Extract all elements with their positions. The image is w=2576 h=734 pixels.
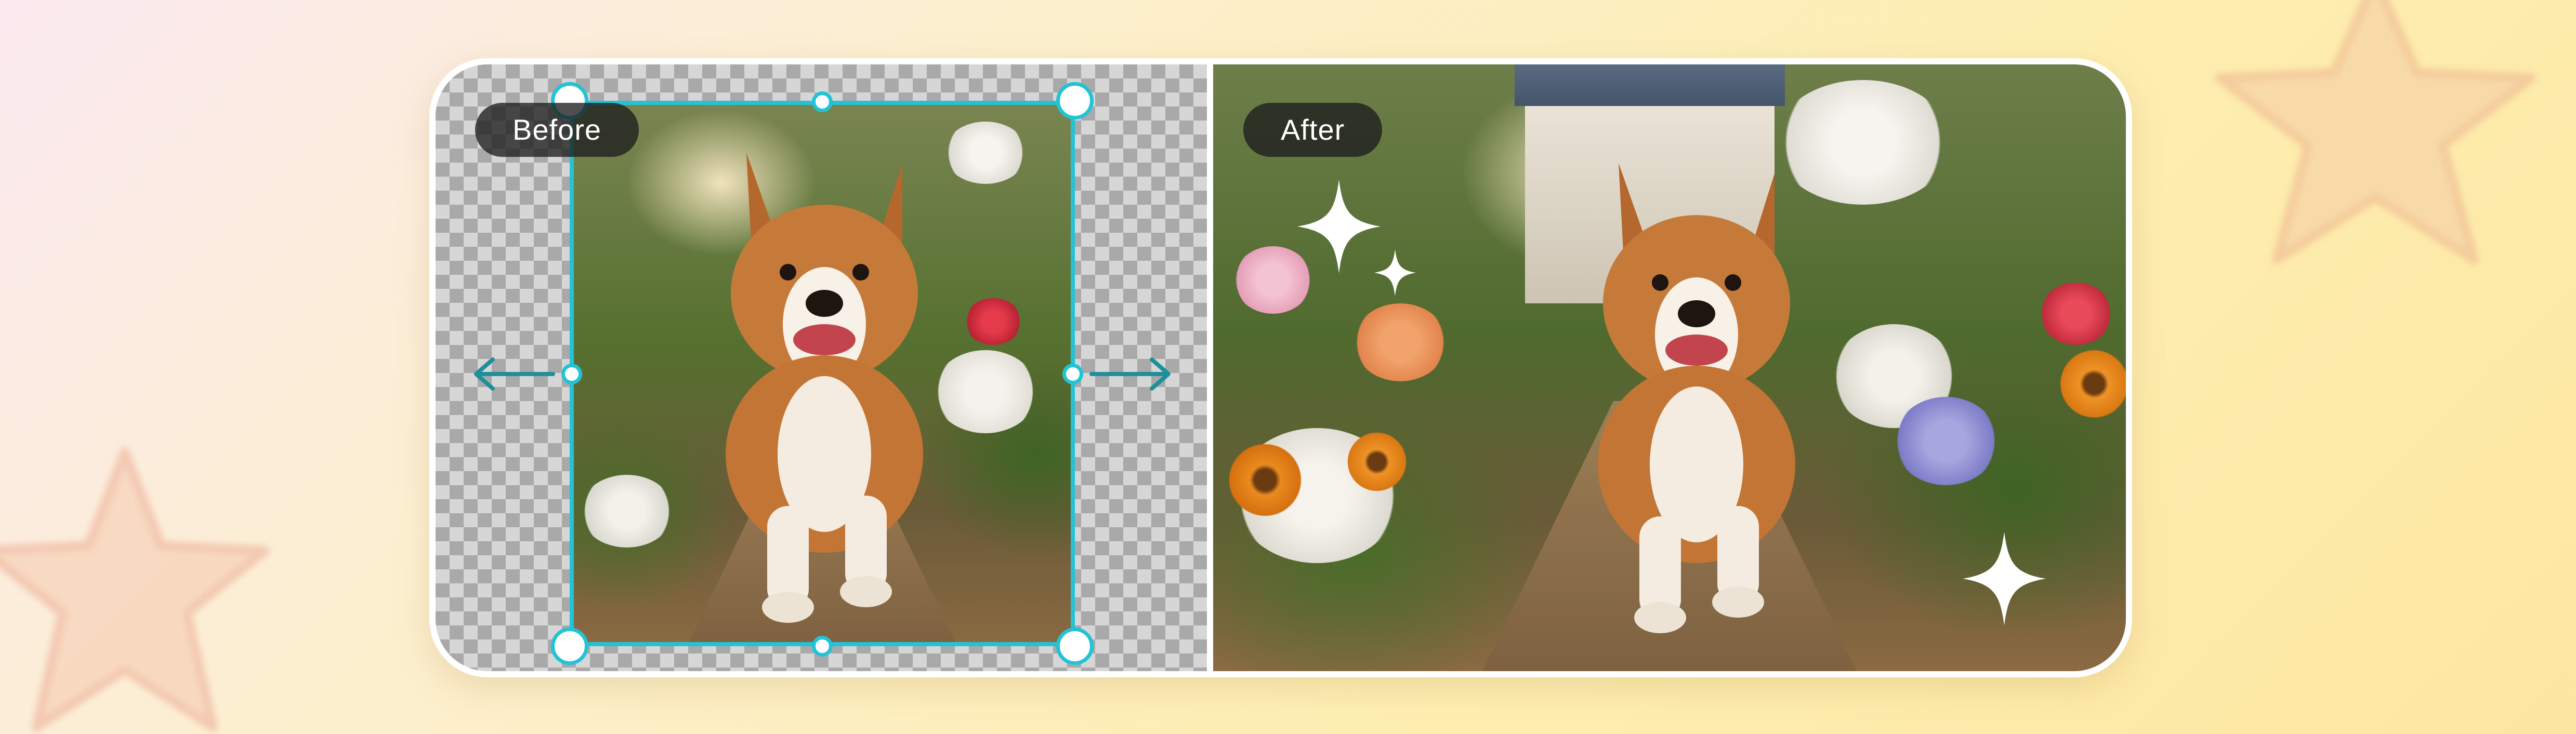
crop-handle-top[interactable] [812,91,833,112]
star-icon [0,447,270,732]
sparkle-icon [1963,532,2046,625]
crop-handle-bottom-right[interactable] [1056,628,1094,665]
flower-cluster [1353,303,1447,381]
crop-handle-left[interactable] [561,364,582,384]
star-icon [2215,0,2536,264]
before-label: Before [475,103,639,157]
crop-handle-right[interactable] [1062,364,1083,384]
crop-frame[interactable] [570,101,1075,646]
sparkle-icon [1374,249,1416,296]
flower-cluster [1894,397,1998,485]
after-label: After [1243,103,1383,157]
flower-cluster [1224,438,1307,522]
flower-cluster [1343,428,1411,496]
arrow-right-icon [1089,357,1171,391]
before-after-card: Before After [429,58,2132,677]
crop-handle-top-right[interactable] [1056,82,1094,119]
dog-illustration [1598,163,1795,633]
crop-handle-bottom-left[interactable] [551,628,588,665]
after-panel: After [1213,64,2126,671]
sparkle-icon [1297,180,1381,273]
flower-cluster [2055,345,2126,423]
crop-handle-bottom[interactable] [812,636,833,657]
panel-divider [1207,64,1213,671]
house-roof [1515,64,1785,106]
arrow-left-icon [474,357,555,391]
before-panel: Before [436,64,1207,671]
card-content: Before After [436,64,2126,671]
flower-cluster [2040,283,2112,345]
